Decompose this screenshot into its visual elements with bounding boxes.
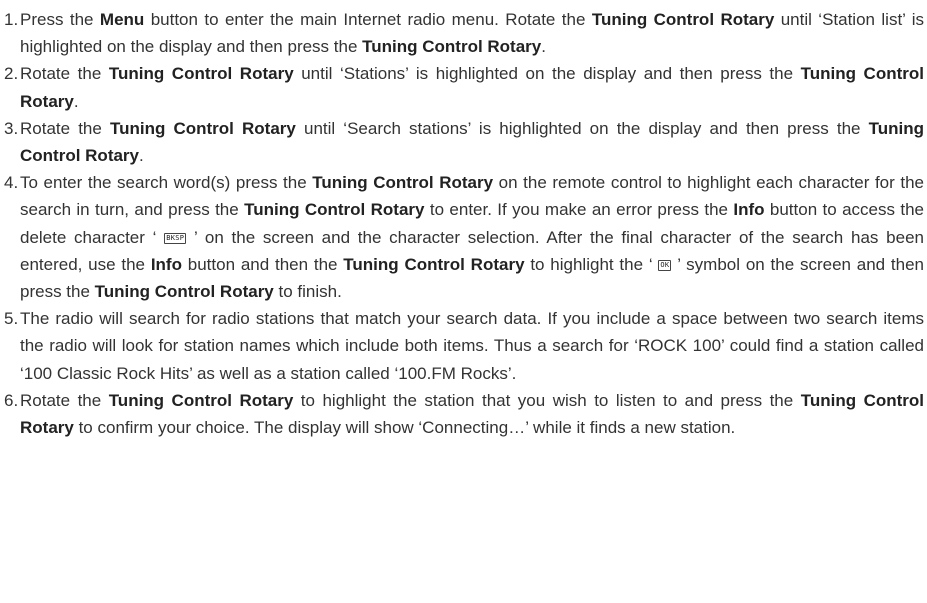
step-text: until ‘Stations’ is highlighted on the d… bbox=[293, 64, 801, 84]
bold-control-name: Tuning Control Rotary bbox=[94, 282, 274, 302]
step-text: Press the bbox=[20, 10, 100, 29]
step-text: to enter. If you make an error press the bbox=[424, 200, 734, 220]
step-text: . bbox=[73, 91, 79, 111]
step-number: 5. bbox=[4, 309, 19, 329]
instructions-document: 1. Press the Menu button to enter the mai… bbox=[0, 6, 924, 441]
ok-key-icon: OK bbox=[658, 259, 672, 271]
instruction-step-2: 2. Rotate the Tuning Control Rotary until… bbox=[0, 60, 924, 114]
bold-control-name: Tuning Control Rotary bbox=[108, 64, 294, 84]
instruction-step-5: 5. The radio will search for radio statio… bbox=[0, 305, 924, 387]
bold-control-name: Info bbox=[733, 200, 765, 220]
step-text: The radio will search for radio stations… bbox=[20, 309, 924, 383]
step-text: Rotate the bbox=[20, 390, 109, 410]
bold-control-name: Tuning Control Rotary bbox=[109, 118, 296, 138]
instruction-step-4: 4. To enter the search word(s) press the … bbox=[0, 169, 924, 305]
step-text: to highlight the ‘ bbox=[524, 254, 659, 274]
step-number: 3. bbox=[4, 118, 19, 138]
step-text: to confirm your choice. The display will… bbox=[73, 418, 736, 438]
step-number: 6. bbox=[4, 390, 19, 410]
instruction-step-6: 6. Rotate the Tuning Control Rotary to hi… bbox=[0, 387, 924, 441]
step-text: button and then the bbox=[181, 254, 344, 274]
step-number: 1. bbox=[4, 10, 19, 29]
bold-control-name: Tuning Control Rotary bbox=[362, 37, 542, 57]
bold-control-name: Tuning Control Rotary bbox=[108, 390, 294, 410]
step-text: . bbox=[139, 146, 144, 166]
bold-control-name: Info bbox=[150, 254, 182, 274]
instruction-steps-list: 1. Press the Menu button to enter the mai… bbox=[0, 6, 924, 441]
bold-control-name: Tuning Control Rotary bbox=[244, 200, 425, 220]
step-text: to highlight the station that you wish t… bbox=[293, 390, 801, 410]
step-number: 4. bbox=[4, 173, 19, 193]
instruction-step-3: 3. Rotate the Tuning Control Rotary until… bbox=[0, 115, 924, 169]
step-number: 2. bbox=[4, 64, 19, 84]
step-text: until ‘Search stations’ is highlighted o… bbox=[295, 118, 869, 138]
step-text: To enter the search word(s) press the bbox=[20, 173, 313, 193]
step-text: to finish. bbox=[273, 282, 342, 302]
step-text: . bbox=[541, 37, 546, 57]
bold-control-name: Tuning Control Rotary bbox=[343, 254, 525, 274]
bksp-key-icon: BKSP bbox=[164, 232, 187, 244]
bold-control-name: Tuning Control Rotary bbox=[591, 10, 775, 29]
bold-control-name: Tuning Control Rotary bbox=[312, 173, 494, 193]
bold-control-name: Menu bbox=[99, 10, 145, 29]
step-text: Rotate the bbox=[20, 64, 109, 84]
step-text: Rotate the bbox=[20, 118, 110, 138]
step-text: button to enter the main Internet radio … bbox=[144, 10, 592, 29]
instruction-step-1: 1. Press the Menu button to enter the mai… bbox=[0, 6, 924, 60]
